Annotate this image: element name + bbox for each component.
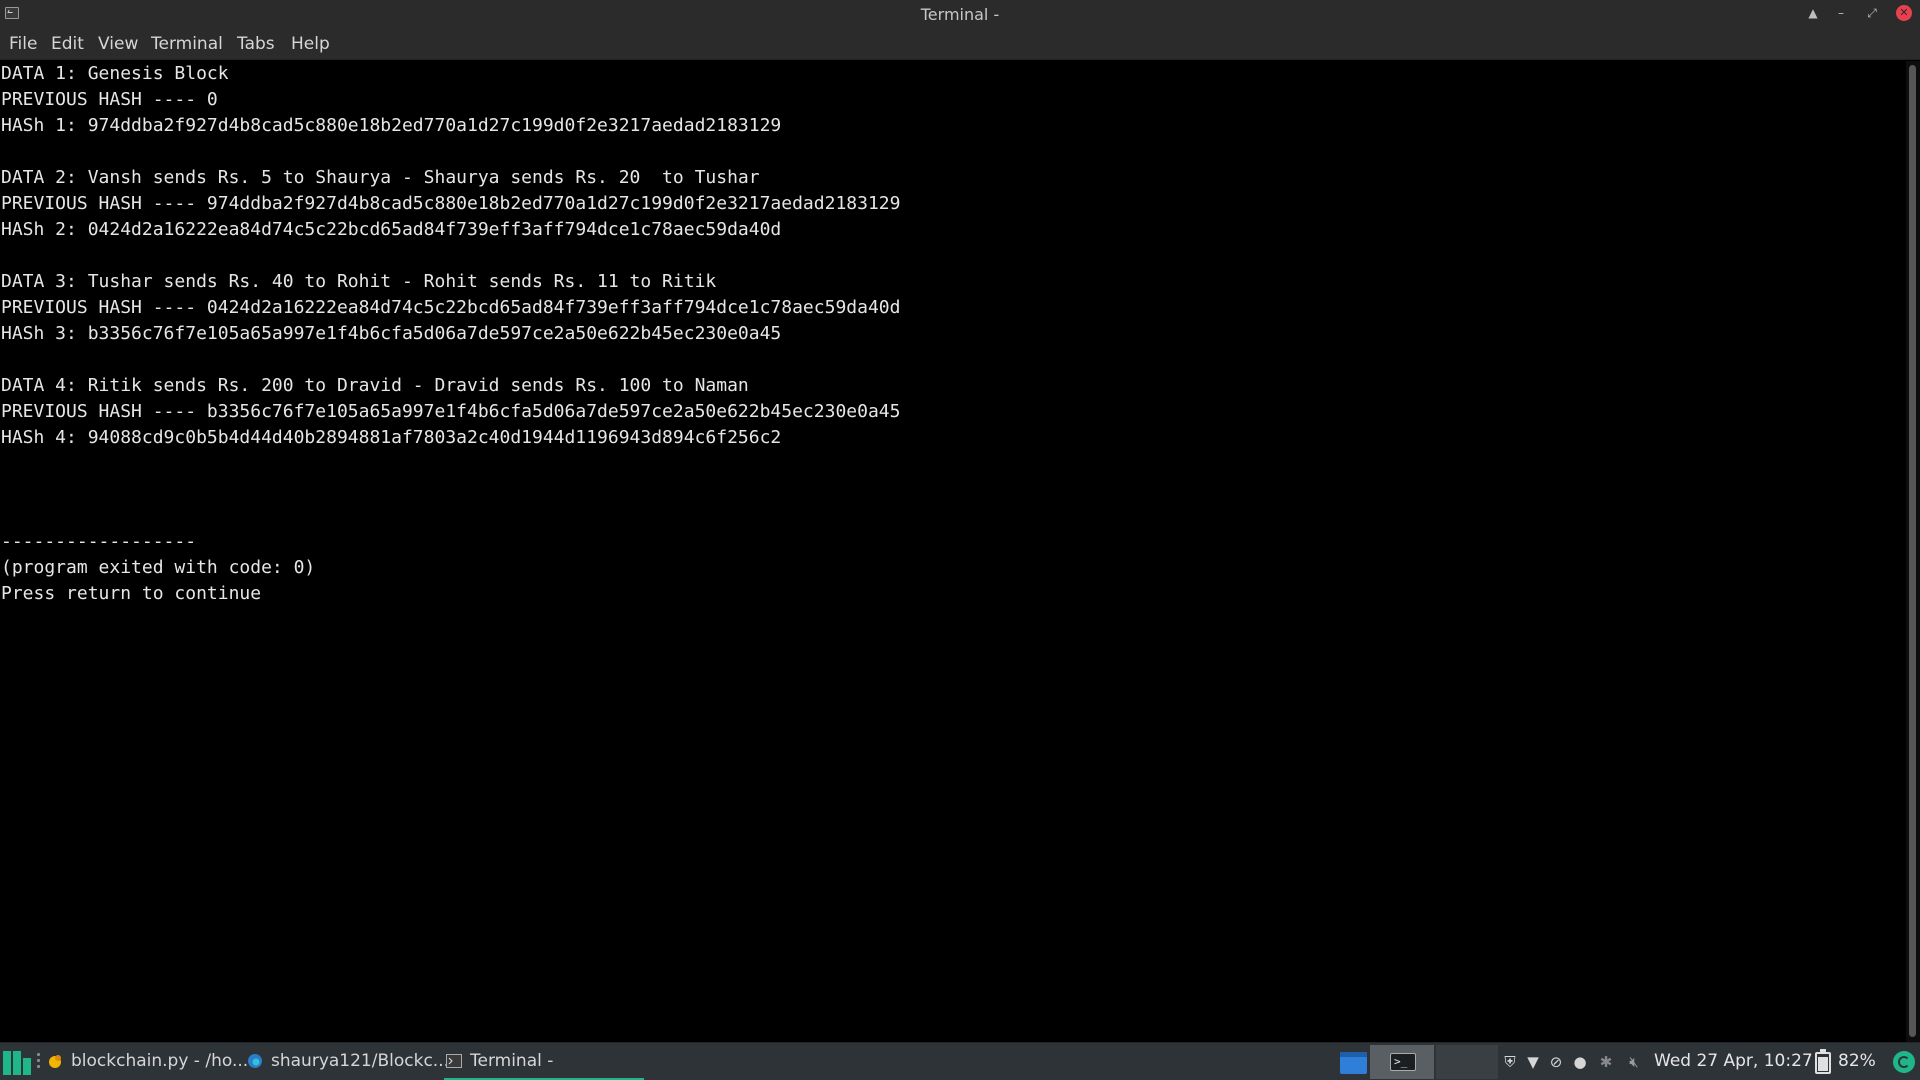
task-browser[interactable]: shaurya121/Blockc... — [247, 1043, 447, 1080]
terminal-line: DATA 1: Genesis Block — [1, 63, 229, 84]
menu-view[interactable]: View — [96, 32, 140, 56]
task-terminal[interactable]: Terminal - — [444, 1043, 644, 1080]
task-label: Terminal - — [470, 1051, 554, 1071]
manjaro-menu-icon[interactable] — [3, 1051, 31, 1075]
scrollbar-thumb[interactable] — [1909, 65, 1916, 1037]
terminal-line: HASh 2: 0424d2a16222ea84d74c5c22bcd65ad8… — [1, 219, 782, 240]
shield-icon[interactable]: ⛨ — [1500, 1053, 1520, 1071]
terminal-output[interactable]: DATA 1: Genesis Block PREVIOUS HASH ----… — [0, 61, 1906, 1042]
terminal-line: PREVIOUS HASH ---- 0 — [1, 89, 218, 110]
geany-icon — [49, 1055, 61, 1068]
battery-icon[interactable] — [1815, 1049, 1831, 1074]
update-icon[interactable] — [1893, 1051, 1915, 1073]
workspace-3[interactable] — [1436, 1045, 1498, 1079]
terminal-line: DATA 3: Tushar sends Rs. 40 to Rohit - R… — [1, 271, 717, 292]
volume-muted-icon[interactable]: 🔇︎ — [1622, 1053, 1646, 1071]
terminal-line: PREVIOUS HASH ---- b3356c76f7e105a65a997… — [1, 401, 901, 422]
terminal-line: PREVIOUS HASH ---- 0424d2a16222ea84d74c5… — [1, 297, 901, 318]
terminal-line: Press return to continue — [1, 583, 262, 604]
workspace-1[interactable] — [1340, 1052, 1367, 1074]
task-label: shaurya121/Blockc... — [271, 1051, 447, 1071]
menu-bar: File Edit View Terminal Tabs Help — [0, 28, 1920, 60]
eject-icon[interactable]: ▲ — [1804, 4, 1822, 22]
taskbar: blockchain.py - /ho... shaurya121/Blockc… — [0, 1042, 1920, 1080]
clock[interactable]: Wed 27 Apr, 10:27 — [1654, 1043, 1813, 1080]
browser-icon — [248, 1054, 262, 1068]
attachment-icon[interactable]: ⊘ — [1546, 1053, 1566, 1071]
menu-tabs[interactable]: Tabs — [235, 32, 277, 56]
minimize-button[interactable]: – — [1832, 4, 1850, 22]
terminal-line: HASh 4: 94088cd9c0b5b4d44d40b2894881af78… — [1, 427, 782, 448]
task-geany[interactable]: blockchain.py - /ho... — [47, 1043, 247, 1080]
terminal-line: ------------------ — [1, 531, 197, 552]
mail-icon[interactable]: ● — [1570, 1053, 1590, 1071]
battery-percent[interactable]: 82% — [1838, 1043, 1876, 1080]
panel-handle-icon[interactable] — [37, 1053, 41, 1071]
close-button[interactable]: ✕ — [1896, 5, 1912, 21]
workspace-2[interactable]: >_ — [1370, 1045, 1434, 1079]
terminal-icon: >_ — [1390, 1053, 1416, 1071]
terminal-line: DATA 4: Ritik sends Rs. 200 to Dravid - … — [1, 375, 749, 396]
terminal-line: HASh 1: 974ddba2f927d4b8cad5c880e18b2ed7… — [1, 115, 782, 136]
maximize-button[interactable]: ⤢ — [1863, 4, 1881, 22]
wifi-icon[interactable]: ▼ — [1523, 1053, 1543, 1071]
terminal-icon — [446, 1054, 462, 1068]
menu-file[interactable]: File — [7, 32, 39, 56]
menu-terminal[interactable]: Terminal — [149, 32, 225, 56]
window-title: Terminal - — [920, 5, 1000, 24]
terminal-line: (program exited with code: 0) — [1, 557, 316, 578]
terminal-line: HASh 3: b3356c76f7e105a65a997e1f4b6cfa5d… — [1, 323, 782, 344]
terminal-line: PREVIOUS HASH ---- 974ddba2f927d4b8cad5c… — [1, 193, 901, 214]
menu-edit[interactable]: Edit — [49, 32, 86, 56]
menu-help[interactable]: Help — [289, 32, 332, 56]
title-bar: Terminal - ▲ – ⤢ ✕ — [0, 0, 1920, 28]
bluetooth-icon[interactable]: ✱ — [1596, 1053, 1616, 1071]
vertical-scrollbar[interactable] — [1906, 61, 1920, 1042]
terminal-line: DATA 2: Vansh sends Rs. 5 to Shaurya - S… — [1, 167, 760, 188]
task-label: blockchain.py - /ho... — [71, 1051, 247, 1071]
